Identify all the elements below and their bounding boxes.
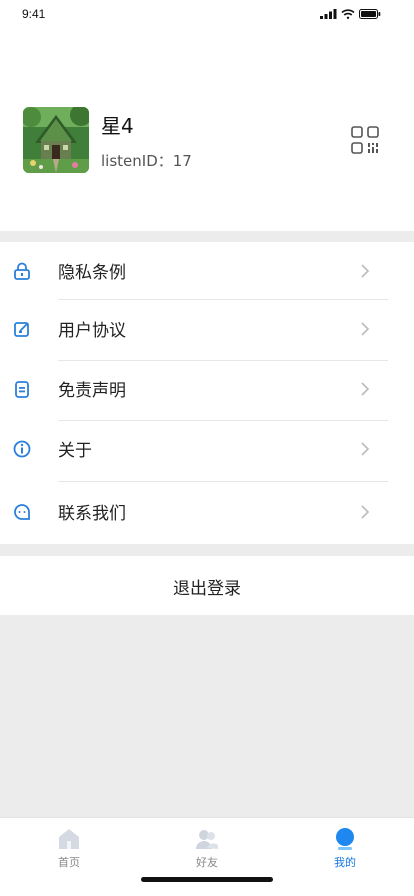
friends-icon xyxy=(196,830,218,849)
wifi-icon xyxy=(341,9,355,19)
menu-item-contact-us[interactable]: 联系我们 xyxy=(0,483,414,543)
qr-code-icon[interactable] xyxy=(351,126,379,154)
menu-item-label: 免责声明 xyxy=(58,381,126,401)
menu-item-about[interactable]: 关于 xyxy=(0,420,414,480)
avatar[interactable] xyxy=(23,107,89,173)
tab-friends[interactable]: 好友 xyxy=(138,818,276,878)
chevron-right-icon xyxy=(361,322,370,336)
status-bar: 9:41 xyxy=(0,0,414,30)
avatar-house-image xyxy=(23,107,89,173)
divider xyxy=(58,481,388,482)
menu-item-disclaimer[interactable]: 免责声明 xyxy=(0,360,414,420)
logout-label: 退出登录 xyxy=(173,579,241,599)
tab-label: 好友 xyxy=(196,856,218,869)
home-icon xyxy=(59,829,79,849)
tab-label: 首页 xyxy=(58,856,80,869)
edit-icon xyxy=(14,322,29,337)
menu-item-user-agreement[interactable]: 用户协议 xyxy=(0,300,414,360)
home-indicator xyxy=(141,877,273,882)
chevron-right-icon xyxy=(361,264,370,278)
listen-id: listenID：17 xyxy=(101,152,192,170)
signal-icon xyxy=(320,9,337,19)
menu-item-privacy[interactable]: 隐私条例 xyxy=(0,242,414,302)
settings-menu: 隐私条例 用户协议 免责声明 关于 联系我们 xyxy=(0,242,414,544)
username: 星4 xyxy=(101,114,134,138)
tab-mine[interactable]: 我的 xyxy=(276,818,414,878)
menu-item-label: 联系我们 xyxy=(58,504,126,524)
menu-item-label: 关于 xyxy=(58,441,92,461)
status-time: 9:41 xyxy=(22,7,46,21)
menu-item-label: 隐私条例 xyxy=(58,263,126,283)
logout-button[interactable]: 退出登录 xyxy=(0,556,414,615)
status-icons xyxy=(320,9,381,19)
chevron-right-icon xyxy=(361,442,370,456)
chat-icon xyxy=(14,504,30,520)
profile-icon xyxy=(336,828,354,850)
battery-icon xyxy=(359,9,381,19)
tab-home[interactable]: 首页 xyxy=(0,818,138,878)
profile-header: 星4 listenID：17 xyxy=(0,30,414,231)
document-icon xyxy=(15,381,29,398)
tab-bar: 首页 好友 我的 xyxy=(0,817,414,896)
info-icon xyxy=(13,440,31,458)
chevron-right-icon xyxy=(361,382,370,396)
tab-label: 我的 xyxy=(334,856,356,869)
menu-item-label: 用户协议 xyxy=(58,321,126,341)
chevron-right-icon xyxy=(361,505,370,519)
lock-icon xyxy=(14,262,30,280)
